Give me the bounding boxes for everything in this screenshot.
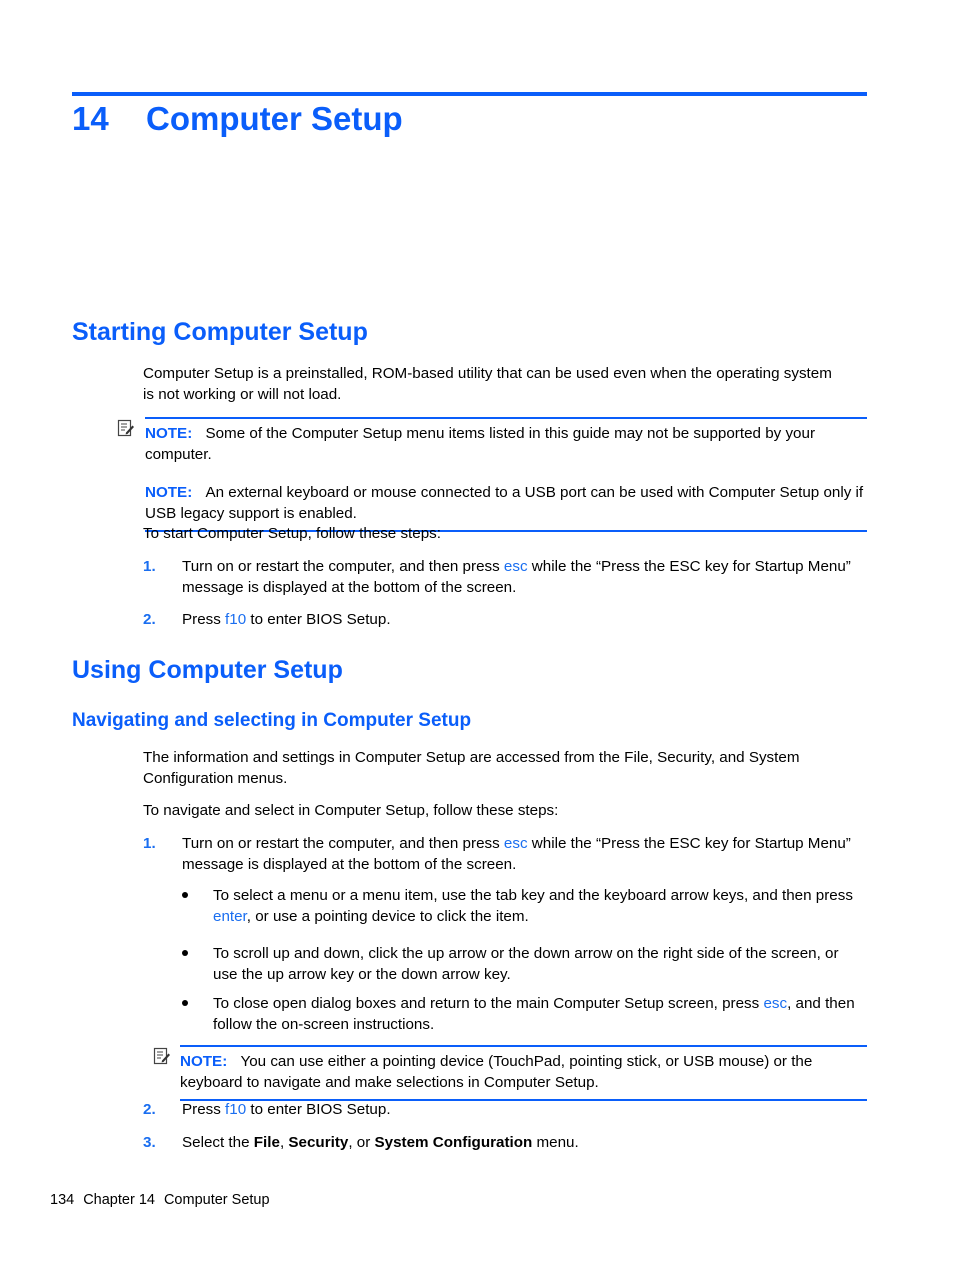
footer-chapter-label: Chapter 14 [83,1192,155,1208]
list-item: To select a menu or a menu item, use the… [213,886,867,927]
menu-security: Security [288,1134,349,1151]
step-text-part1: Turn on or restart the computer, and the… [182,558,504,575]
document-page: 14 Computer Setup Starting Computer Setup… [0,0,954,1270]
chapter-title: 14 Computer Setup [72,100,403,138]
note-label: NOTE: [145,425,193,442]
step-text-part1: Select the [182,1134,254,1151]
bullet-text-part1: To select a menu or a menu item, use the… [213,887,853,904]
note-text: Some of the Computer Setup menu items li… [145,425,816,463]
note-2: NOTE: An external keyboard or mouse conn… [145,483,867,530]
list-item: Press f10 to enter BIOS Setup. [182,610,867,631]
note-label: NOTE: [180,1053,228,1070]
footer-page-number: 134 [50,1192,75,1208]
paragraph-using-intro: The information and settings in Computer… [143,749,800,787]
step-text-part1: Press [182,611,226,628]
heading-navigating-and-selecting: Navigating and selecting in Computer Set… [72,710,472,731]
step-text-part2: menu. [532,1134,579,1151]
list-item: To close open dialog boxes and return to… [213,994,867,1035]
key-esc: esc [503,835,528,852]
note-spacer [145,471,867,483]
note-box-starting: NOTE: Some of the Computer Setup menu it… [145,417,867,532]
chapter-title-text: Computer Setup [146,100,403,137]
note-pencil-icon [117,419,134,437]
list-item: To scroll up and down, click the up arro… [213,944,867,985]
note-1: NOTE: Some of the Computer Setup menu it… [145,419,867,471]
separator: , or [348,1134,375,1151]
bullet-marker [182,892,188,898]
key-f10: f10 [225,611,247,628]
list-number-2: 2. [143,1101,156,1118]
list-item: Press f10 to enter BIOS Setup. [182,1100,867,1121]
heading-using-computer-setup: Using Computer Setup [72,656,343,684]
paragraph-using-steps-lead-in: To navigate and select in Computer Setup… [143,802,559,819]
step-text-part1: Turn on or restart the computer, and the… [182,835,504,852]
bullet-marker [182,950,188,956]
note-text: You can use either a pointing device (To… [180,1053,813,1091]
chapter-rule [72,92,867,96]
bullet-text-part2: , or use a pointing device to click the … [246,907,529,925]
chapter-number: 14 [72,100,109,137]
key-f10: f10 [225,1101,247,1118]
step-text-part2: to enter BIOS Setup. [246,611,391,628]
note-text: An external keyboard or mouse connected … [145,484,864,522]
bullet-text-part1: To close open dialog boxes and return to… [213,995,764,1012]
heading-starting-computer-setup: Starting Computer Setup [72,318,368,346]
key-enter: enter [213,907,247,925]
note-1: NOTE: You can use either a pointing devi… [180,1047,867,1099]
list-number-1: 1. [143,835,156,852]
menu-system-configuration: System Configuration [374,1134,533,1151]
menu-file: File [253,1134,280,1151]
page-footer: 134 Chapter 14 Computer Setup [50,1192,270,1208]
footer-chapter-title: Computer Setup [163,1192,270,1208]
bullet-text-part1: To scroll up and down, click the up arro… [213,945,839,983]
list-item: Turn on or restart the computer, and the… [182,557,867,598]
list-item: Turn on or restart the computer, and the… [182,834,867,875]
step-text-part1: Press [182,1101,226,1118]
list-number-2: 2. [143,611,156,628]
list-item: Select the File, Security, or System Con… [182,1133,867,1154]
key-esc: esc [503,558,528,575]
list-number-1: 1. [143,558,156,575]
note-pencil-icon [153,1047,170,1065]
list-number-3: 3. [143,1134,156,1151]
note-label: NOTE: [145,484,193,501]
note-box-using: NOTE: You can use either a pointing devi… [180,1045,867,1101]
key-esc: esc [763,995,788,1012]
bullet-marker [182,1000,188,1006]
paragraph-starting-intro: Computer Setup is a preinstalled, ROM-ba… [143,365,832,403]
paragraph-starting-steps-lead-in: To start Computer Setup, follow these st… [143,525,441,542]
step-text-part2: to enter BIOS Setup. [246,1101,391,1118]
